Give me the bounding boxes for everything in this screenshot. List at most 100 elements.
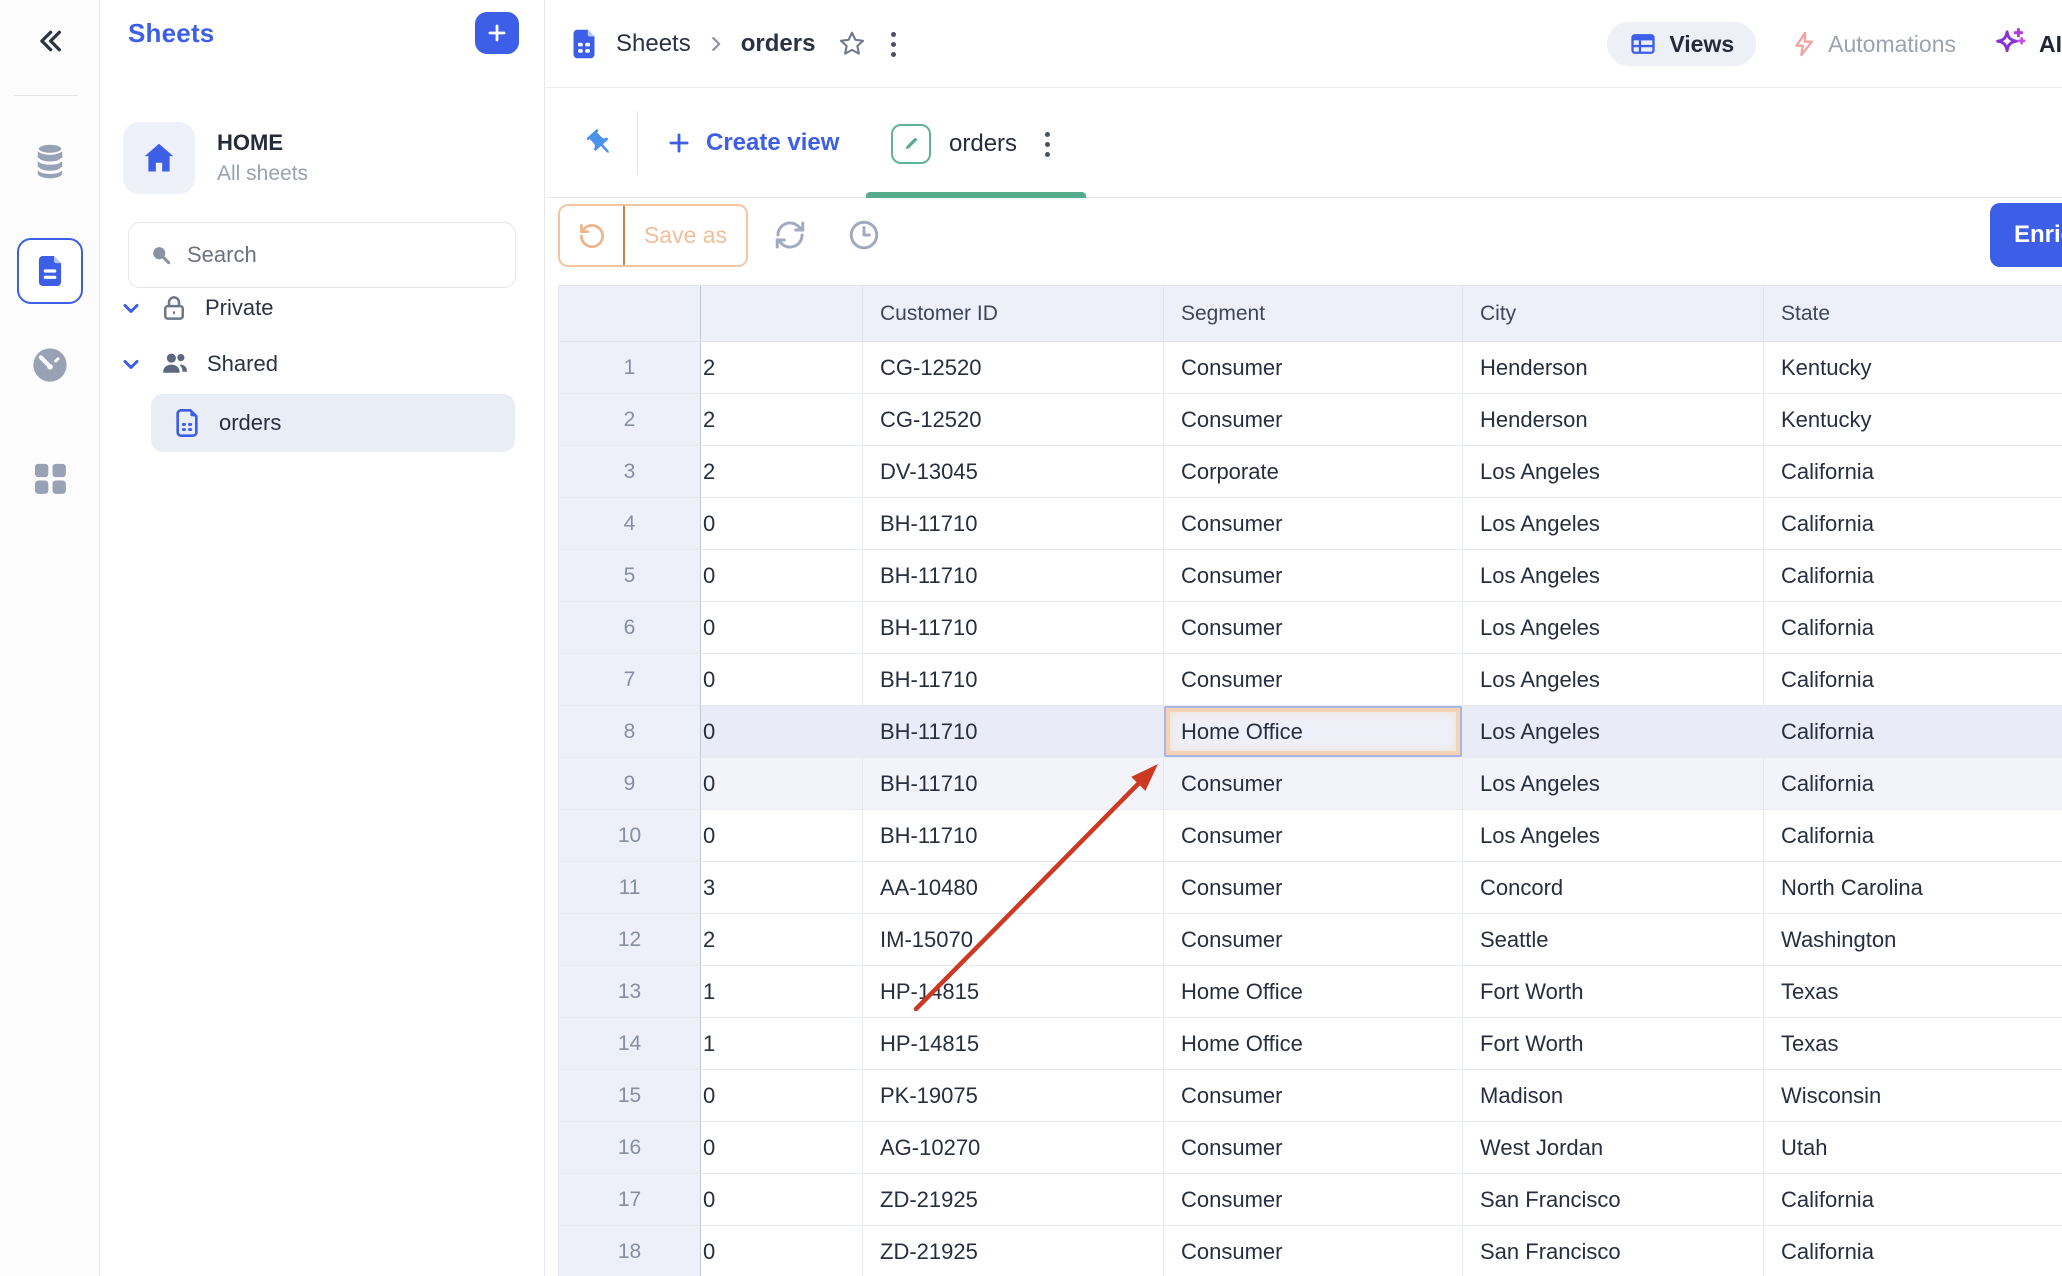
cell-trunc[interactable]: 0: [701, 498, 863, 550]
row-number[interactable]: 10: [559, 810, 701, 862]
cell-trunc[interactable]: 1: [701, 966, 863, 1018]
cell-customer_id[interactable]: CG-12520: [863, 342, 1164, 394]
cell-trunc[interactable]: 0: [701, 758, 863, 810]
cell-trunc[interactable]: 0: [701, 602, 863, 654]
cell-customer_id[interactable]: ZD-21925: [863, 1226, 1164, 1276]
sidebar-item-private[interactable]: Private: [119, 286, 529, 330]
cell-customer_id[interactable]: AG-10270: [863, 1122, 1164, 1174]
cell-state[interactable]: Texas: [1764, 1018, 2062, 1070]
cell-state[interactable]: California: [1764, 810, 2062, 862]
row-number[interactable]: 12: [559, 914, 701, 966]
cell-state[interactable]: California: [1764, 654, 2062, 706]
row-number[interactable]: 17: [559, 1174, 701, 1226]
chevron-down-icon[interactable]: [119, 352, 143, 376]
cell-state[interactable]: Utah: [1764, 1122, 2062, 1174]
cell-segment[interactable]: Consumer: [1164, 654, 1463, 706]
cell-trunc[interactable]: 2: [701, 446, 863, 498]
cell-customer_id[interactable]: DV-13045: [863, 446, 1164, 498]
cell-trunc[interactable]: 0: [701, 654, 863, 706]
cell-city[interactable]: West Jordan: [1463, 1122, 1764, 1174]
column-header-segment[interactable]: Segment: [1164, 286, 1463, 342]
apps-grid-icon[interactable]: [27, 455, 73, 501]
breadcrumb-root[interactable]: Sheets: [616, 30, 691, 58]
enrich-button[interactable]: Enrich: [1990, 203, 2062, 267]
cell-segment[interactable]: Home Office: [1164, 966, 1463, 1018]
cell-segment[interactable]: Consumer: [1164, 394, 1463, 446]
row-number[interactable]: 2: [559, 394, 701, 446]
sidebar-item-shared[interactable]: Shared: [119, 342, 529, 386]
cell-trunc[interactable]: 0: [701, 810, 863, 862]
cell-segment[interactable]: Consumer: [1164, 498, 1463, 550]
row-number[interactable]: 8: [559, 706, 701, 758]
row-number[interactable]: 18: [559, 1226, 701, 1276]
cell-trunc[interactable]: 0: [701, 1226, 863, 1276]
ai-button[interactable]: AI: [1990, 24, 2062, 64]
cell-segment[interactable]: Consumer: [1164, 602, 1463, 654]
search-input[interactable]: [187, 242, 487, 268]
cell-trunc[interactable]: 2: [701, 342, 863, 394]
cell-state[interactable]: California: [1764, 758, 2062, 810]
cell-segment[interactable]: Consumer: [1164, 1122, 1463, 1174]
pin-icon[interactable]: [578, 121, 622, 165]
cell-segment[interactable]: Consumer: [1164, 758, 1463, 810]
cell-segment[interactable]: Consumer: [1164, 914, 1463, 966]
cell-customer_id[interactable]: AA-10480: [863, 862, 1164, 914]
sidebar-item-home[interactable]: HOME All sheets: [123, 118, 523, 198]
row-number[interactable]: 9: [559, 758, 701, 810]
row-number[interactable]: 5: [559, 550, 701, 602]
cell-customer_id[interactable]: BH-11710: [863, 498, 1164, 550]
cell-segment[interactable]: Consumer: [1164, 1226, 1463, 1276]
chevron-down-icon[interactable]: [119, 296, 143, 320]
cell-trunc[interactable]: 1: [701, 1018, 863, 1070]
cell-trunc[interactable]: 2: [701, 914, 863, 966]
cell-city[interactable]: Los Angeles: [1463, 810, 1764, 862]
create-view-button[interactable]: Create view: [666, 117, 839, 169]
cell-customer_id[interactable]: HP-14815: [863, 966, 1164, 1018]
cell-city[interactable]: San Francisco: [1463, 1226, 1764, 1276]
cell-customer_id[interactable]: CG-12520: [863, 394, 1164, 446]
cell-segment[interactable]: Consumer: [1164, 550, 1463, 602]
cell-state[interactable]: California: [1764, 498, 2062, 550]
column-header-0[interactable]: [559, 286, 701, 342]
cell-trunc[interactable]: 0: [701, 1174, 863, 1226]
row-number[interactable]: 15: [559, 1070, 701, 1122]
cell-state[interactable]: California: [1764, 706, 2062, 758]
row-number[interactable]: 7: [559, 654, 701, 706]
add-sheet-button[interactable]: [475, 12, 519, 54]
cell-segment[interactable]: Home Office: [1164, 1018, 1463, 1070]
tab-menu-icon[interactable]: [1035, 126, 1060, 163]
cell-city[interactable]: Los Angeles: [1463, 706, 1764, 758]
cell-city[interactable]: Henderson: [1463, 394, 1764, 446]
tab-orders[interactable]: orders: [891, 109, 1060, 179]
cell-city[interactable]: Los Angeles: [1463, 602, 1764, 654]
cell-city[interactable]: Los Angeles: [1463, 654, 1764, 706]
cell-trunc[interactable]: 0: [701, 706, 863, 758]
cell-segment[interactable]: Consumer: [1164, 1070, 1463, 1122]
row-number[interactable]: 1: [559, 342, 701, 394]
cell-customer_id[interactable]: BH-11710: [863, 550, 1164, 602]
cell-state[interactable]: California: [1764, 550, 2062, 602]
breadcrumb-menu-icon[interactable]: [881, 26, 906, 63]
cell-city[interactable]: Fort Worth: [1463, 1018, 1764, 1070]
cell-state[interactable]: Kentucky: [1764, 394, 2062, 446]
cell-state[interactable]: California: [1764, 602, 2062, 654]
cell-state[interactable]: California: [1764, 1226, 2062, 1276]
cell-customer_id[interactable]: PK-19075: [863, 1070, 1164, 1122]
row-number[interactable]: 16: [559, 1122, 701, 1174]
automations-button[interactable]: Automations: [1790, 30, 1956, 58]
cell-segment[interactable]: Consumer: [1164, 1174, 1463, 1226]
save-as-button[interactable]: Save as: [625, 206, 746, 265]
sheets-doc-icon-active[interactable]: [17, 238, 83, 304]
cell-city[interactable]: Concord: [1463, 862, 1764, 914]
column-header-city[interactable]: City: [1463, 286, 1764, 342]
row-number[interactable]: 4: [559, 498, 701, 550]
database-icon[interactable]: [27, 138, 73, 184]
column-header-state[interactable]: State: [1764, 286, 2062, 342]
cell-state[interactable]: Kentucky: [1764, 342, 2062, 394]
cell-customer_id[interactable]: IM-15070: [863, 914, 1164, 966]
cell-trunc[interactable]: 0: [701, 550, 863, 602]
cell-segment[interactable]: Corporate: [1164, 446, 1463, 498]
cell-segment[interactable]: Consumer: [1164, 810, 1463, 862]
history-clock-icon[interactable]: [842, 213, 886, 257]
highlighted-cell-segment[interactable]: Home Office: [1164, 706, 1463, 758]
